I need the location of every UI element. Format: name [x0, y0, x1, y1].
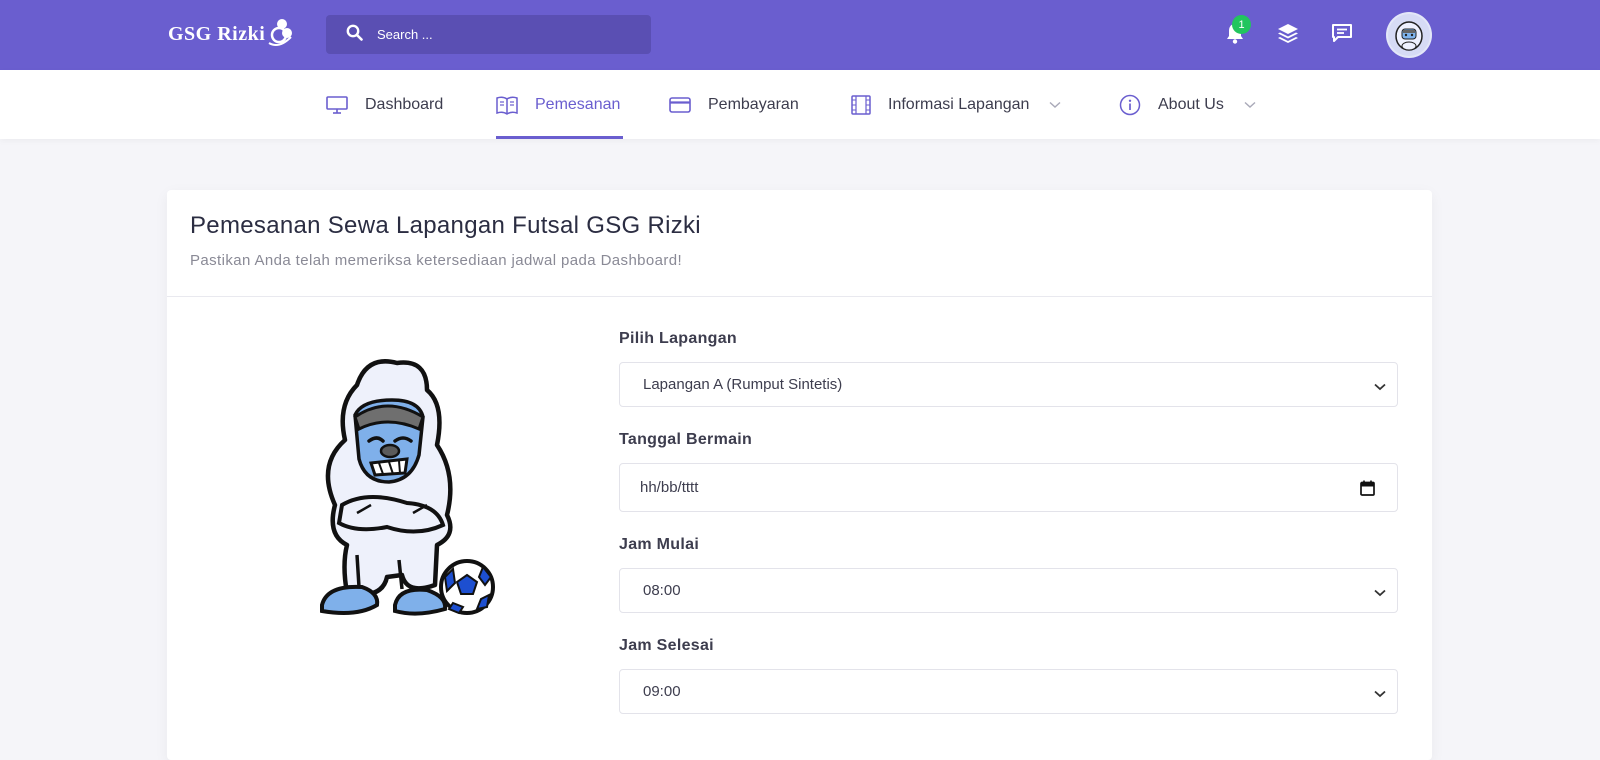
field-label-lapangan: Pilih Lapangan: [619, 330, 737, 347]
page-title: Pemesanan Sewa Lapangan Futsal GSG Rizki: [190, 212, 701, 239]
info-icon: [1119, 94, 1141, 116]
nav-label-about-us: About Us: [1158, 95, 1224, 113]
apps-button[interactable]: [1275, 22, 1301, 48]
nav-item-dashboard[interactable]: Dashboard: [326, 70, 443, 139]
chevron-down-icon: [1374, 584, 1386, 601]
booking-card: Pemesanan Sewa Lapangan Futsal GSG Rizki…: [167, 190, 1432, 760]
jam-selesai-select-value: 09:00: [643, 683, 681, 700]
jam-mulai-select[interactable]: 08:00: [619, 568, 1398, 613]
monitor-icon: [326, 95, 348, 114]
messages-button[interactable]: [1329, 22, 1355, 48]
nav-label-dashboard: Dashboard: [365, 95, 444, 113]
lapangan-select[interactable]: Lapangan A (Rumput Sintetis): [619, 362, 1398, 407]
nav-label-pemesanan: Pemesanan: [535, 95, 621, 113]
nav-item-pemesanan[interactable]: Pemesanan: [496, 70, 623, 139]
search-box[interactable]: [326, 15, 651, 54]
chevron-down-icon: [1374, 378, 1386, 395]
message-icon: [1331, 23, 1353, 48]
card-header: Pemesanan Sewa Lapangan Futsal GSG Rizki…: [167, 190, 1432, 297]
notification-badge: 1: [1232, 15, 1251, 34]
layers-icon: [1277, 22, 1299, 49]
field-label-jam-selesai: Jam Selesai: [619, 637, 714, 654]
jam-mulai-select-value: 08:00: [643, 582, 681, 599]
yeti-mascot-illustration: [287, 355, 507, 640]
credit-card-icon: [669, 96, 691, 113]
page-subtitle: Pastikan Anda telah memeriksa ketersedia…: [190, 252, 683, 269]
calendar-icon[interactable]: [1360, 480, 1375, 500]
chevron-down-icon: [1049, 101, 1061, 109]
main-nav: Dashboard Pemesanan Pembayaran Informasi…: [0, 70, 1600, 139]
tanggal-date-placeholder: hh/bb/tttt: [640, 479, 699, 496]
brand-logo-text: GSG Rizki: [168, 22, 266, 45]
jam-selesai-select[interactable]: 09:00: [619, 669, 1398, 714]
top-bar: GSG Rizki 1: [0, 0, 1600, 70]
yeti-avatar-icon: [1395, 21, 1423, 51]
search-input[interactable]: [377, 27, 627, 42]
nav-label-informasi-lapangan: Informasi Lapangan: [888, 95, 1030, 113]
field-label-tanggal: Tanggal Bermain: [619, 431, 753, 448]
lapangan-select-value: Lapangan A (Rumput Sintetis): [643, 376, 843, 393]
nav-item-informasi-lapangan[interactable]: Informasi Lapangan: [851, 70, 1061, 139]
chevron-down-icon: [1244, 101, 1256, 109]
booking-form: Pilih Lapangan Lapangan A (Rumput Sintet…: [619, 330, 1399, 714]
tanggal-date-input[interactable]: hh/bb/tttt: [619, 463, 1398, 512]
chevron-down-icon: [1374, 685, 1386, 702]
brand-logo[interactable]: GSG Rizki: [168, 17, 293, 51]
nav-label-pembayaran: Pembayaran: [708, 95, 799, 113]
logo-mark-icon: [267, 15, 293, 54]
book-icon: [496, 95, 518, 115]
film-icon: [851, 94, 871, 115]
search-icon: [346, 24, 363, 46]
avatar[interactable]: [1386, 12, 1432, 58]
nav-item-pembayaran[interactable]: Pembayaran: [669, 70, 799, 139]
field-label-jam-mulai: Jam Mulai: [619, 536, 700, 553]
nav-item-about-us[interactable]: About Us: [1119, 70, 1256, 139]
